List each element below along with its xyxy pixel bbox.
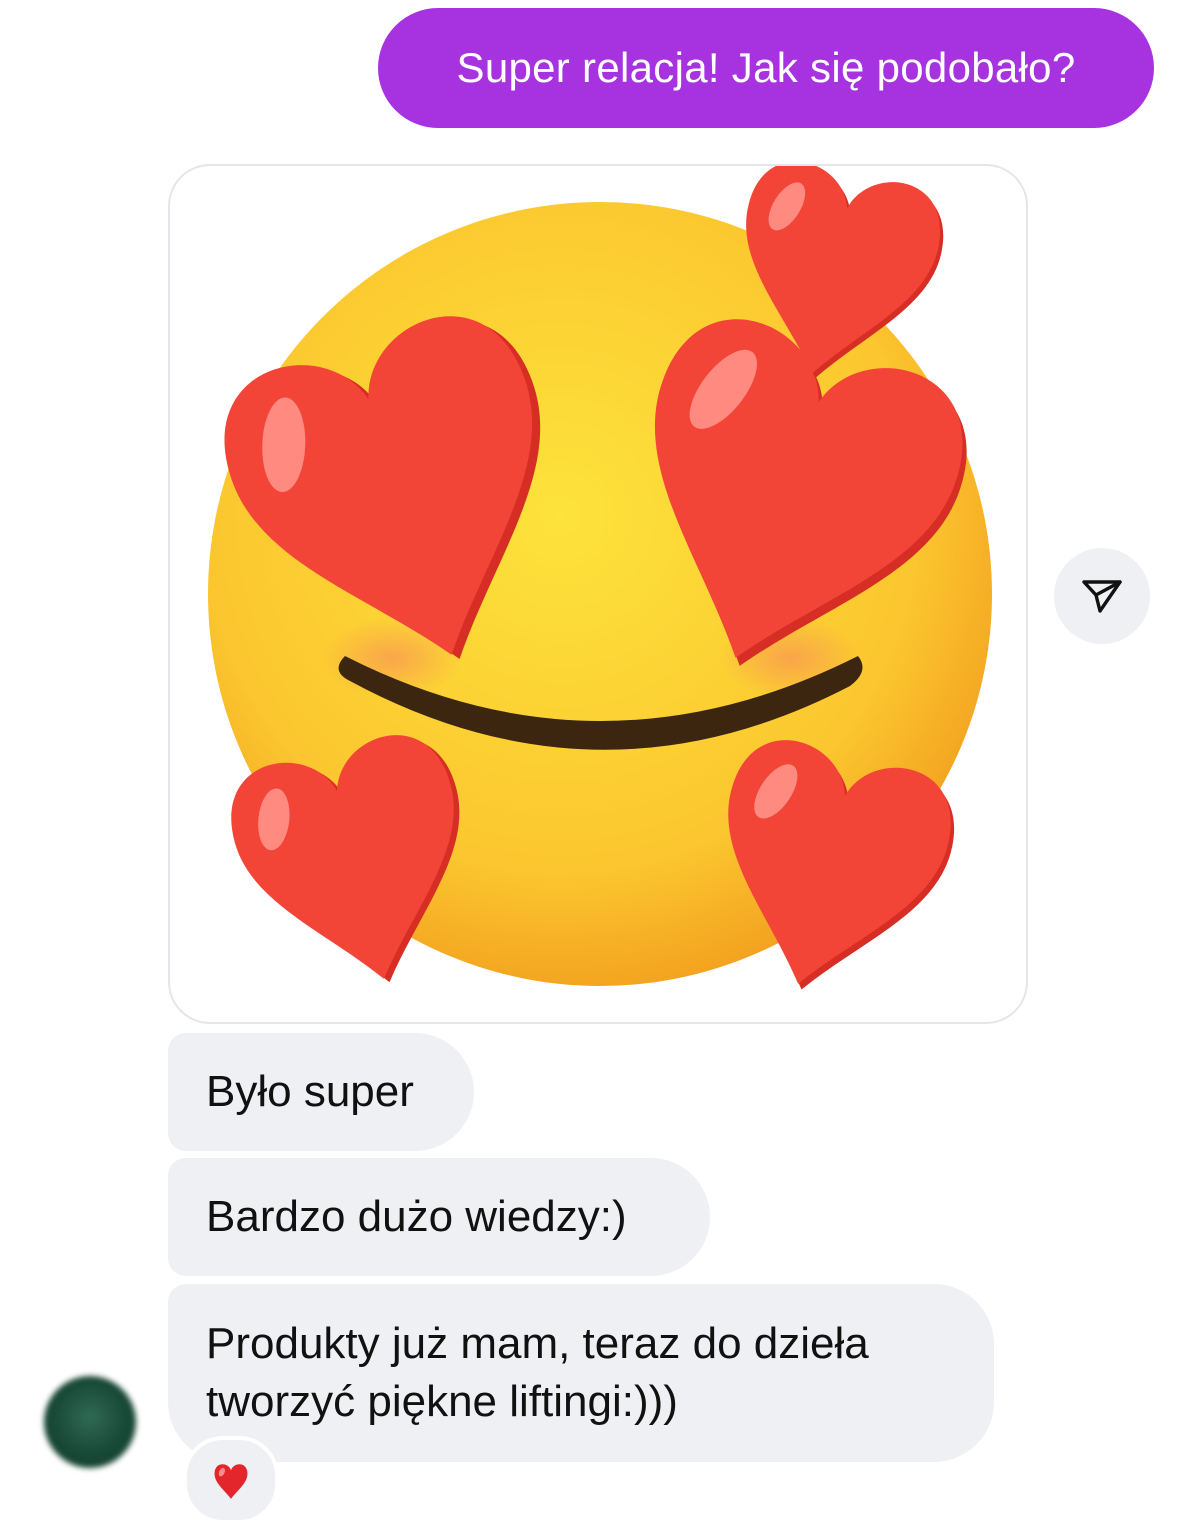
message-reaction[interactable]	[183, 1436, 279, 1524]
received-message-line: tworzyć piękne liftingi:)))	[206, 1377, 678, 1426]
received-message-bubble[interactable]: Produkty już mam, teraz do dzieła tworzy…	[168, 1284, 994, 1462]
red-heart-icon	[214, 1464, 248, 1499]
share-button[interactable]	[1054, 548, 1150, 644]
received-message-text: Produkty już mam, teraz do dzieła tworzy…	[206, 1315, 869, 1431]
contact-avatar[interactable]	[44, 1376, 136, 1468]
received-message-bubble[interactable]: Bardzo dużo wiedzy:)	[168, 1158, 710, 1276]
received-message-bubble[interactable]: Było super	[168, 1033, 474, 1151]
received-message-line: Produkty już mam, teraz do dzieła	[206, 1319, 869, 1368]
received-message-text: Bardzo dużo wiedzy:)	[206, 1192, 627, 1241]
smiling-face-with-heart-eyes-icon	[203, 166, 992, 1017]
sent-message-bubble[interactable]: Super relacja! Jak się podobało?	[378, 8, 1154, 128]
sticker-message[interactable]	[168, 164, 1028, 1024]
paper-plane-icon	[1082, 580, 1122, 613]
sent-message-text: Super relacja! Jak się podobało?	[456, 44, 1076, 91]
received-message-text: Było super	[206, 1067, 414, 1116]
